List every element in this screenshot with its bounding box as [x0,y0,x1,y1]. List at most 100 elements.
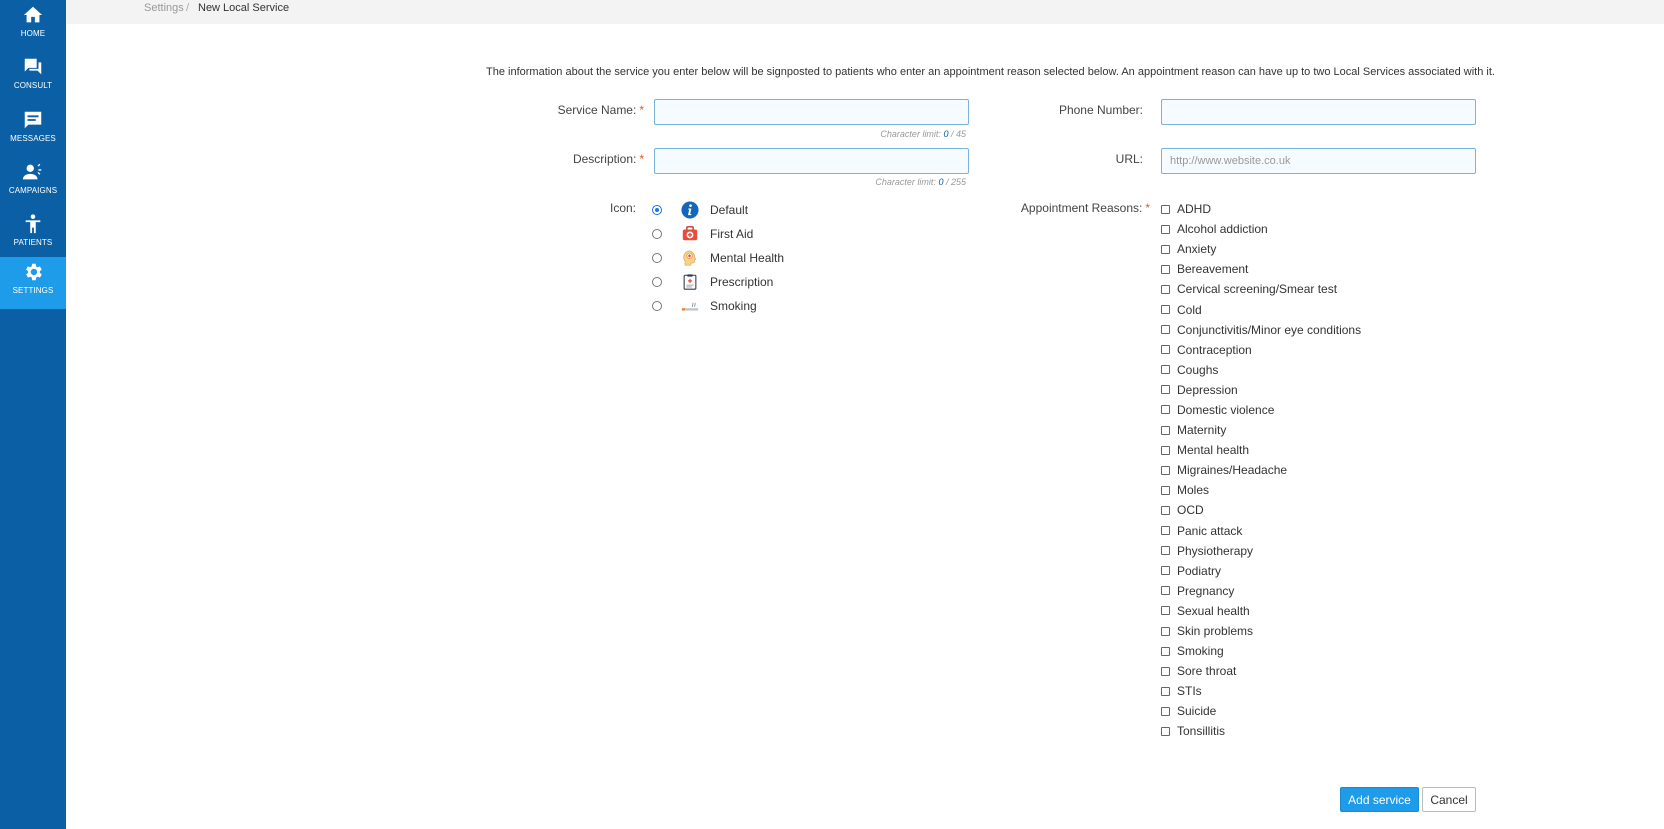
sidebar-item-campaigns[interactable]: CAMPAIGNS [0,157,66,209]
appointment-reason-item[interactable]: Physiotherapy [1161,541,1461,561]
appointment-reason-checkbox[interactable] [1161,626,1170,636]
phone-number-input[interactable] [1161,99,1476,125]
sidebar-item-messages[interactable]: MESSAGES [0,105,66,157]
appointment-reason-label: Sore throat [1177,664,1237,679]
appointment-reason-checkbox[interactable] [1161,546,1170,556]
service-name-label: Service Name: * [558,103,644,117]
appointment-reason-item[interactable]: Suicide [1161,701,1461,721]
appointment-reason-checkbox[interactable] [1161,666,1170,676]
appointment-reason-item[interactable]: Domestic violence [1161,400,1461,420]
appointment-reason-checkbox[interactable] [1161,425,1170,435]
appointment-reason-item[interactable]: Cervical screening/Smear test [1161,279,1461,299]
appointment-reason-checkbox[interactable] [1161,505,1170,515]
appointment-reason-item[interactable]: Panic attack [1161,521,1461,541]
appointment-reason-checkbox[interactable] [1161,686,1170,696]
breadcrumb-settings-link[interactable]: Settings [144,2,184,14]
appointment-reason-item[interactable]: Moles [1161,480,1461,500]
appointment-reason-label: Tonsillitis [1177,724,1226,739]
appointment-reason-checkbox[interactable] [1161,345,1170,355]
campaign-icon [22,163,42,180]
appointment-reason-item[interactable]: Smoking [1161,641,1461,661]
appointment-reason-checkbox[interactable] [1161,465,1170,475]
appointment-reason-label: Maternity [1177,423,1227,438]
appointment-reason-checkbox[interactable] [1161,204,1170,214]
appointment-reason-checkbox[interactable] [1161,325,1170,335]
phone-number-label: Phone Number: [1058,103,1143,117]
appointment-reason-item[interactable]: ADHD [1161,199,1461,219]
description-char-limit: Character limit: 0 / 255 [875,177,966,187]
appointment-reason-checkbox[interactable] [1161,224,1170,234]
appointment-reason-item[interactable]: Coughs [1161,360,1461,380]
appointment-reason-item[interactable]: Cold [1161,299,1461,319]
icon-option-default[interactable]: Default [652,199,748,221]
add-service-button[interactable]: Add service [1340,787,1419,812]
icon-option-smoking[interactable]: Smoking [652,295,757,317]
required-marker: * [639,152,644,166]
icon-radio-first-aid[interactable] [652,229,662,239]
cancel-button[interactable]: Cancel [1422,787,1476,812]
sidebar-item-patients[interactable]: PATIENTS [0,209,66,261]
icon-radio-prescription[interactable] [652,277,662,287]
appointment-reason-checkbox[interactable] [1161,405,1170,415]
appointment-reasons-label: Appointment Reasons: * [1021,201,1150,215]
appointment-reason-item[interactable]: Bereavement [1161,259,1461,279]
appointment-reason-label: Contraception [1177,342,1252,357]
icon-radio-default[interactable] [652,205,662,215]
appointment-reason-checkbox[interactable] [1161,365,1170,375]
mental-health-icon [680,248,700,268]
appointment-reason-checkbox[interactable] [1161,646,1170,656]
appointment-reason-checkbox[interactable] [1161,284,1170,294]
url-input[interactable] [1161,148,1476,174]
appointment-reason-checkbox[interactable] [1161,264,1170,274]
sidebar-item-home[interactable]: HOME [0,0,66,52]
appointment-reason-item[interactable]: Conjunctivitis/Minor eye conditions [1161,320,1461,340]
icon-option-mental-health[interactable]: Mental Health [652,247,784,269]
sidebar-item-label: CONSULT [13,81,53,90]
appointment-reason-label: Pregnancy [1177,583,1235,598]
appointment-reason-item[interactable]: Alcohol addiction [1161,219,1461,239]
appointment-reason-item[interactable]: Sexual health [1161,601,1461,621]
appointment-reason-checkbox[interactable] [1161,566,1170,576]
appointment-reason-item[interactable]: Maternity [1161,420,1461,440]
appointment-reason-item[interactable]: Migraines/Headache [1161,460,1461,480]
appointment-reason-item[interactable]: Tonsillitis [1161,721,1461,741]
icon-radio-smoking[interactable] [652,301,662,311]
appointment-reason-checkbox[interactable] [1161,526,1170,536]
icon-radio-mental-health[interactable] [652,253,662,263]
appointment-reason-checkbox[interactable] [1161,445,1170,455]
appointment-reason-checkbox[interactable] [1161,305,1170,315]
appointment-reason-checkbox[interactable] [1161,706,1170,716]
appointment-reason-item[interactable]: Sore throat [1161,661,1461,681]
appointment-reason-item[interactable]: STIs [1161,681,1461,701]
appointment-reason-item[interactable]: OCD [1161,500,1461,520]
appointment-reason-label: Mental health [1177,443,1250,458]
sidebar-nav: HOME CONSULT MESSAGES CAMPAIGNS PATIENTS… [0,0,66,829]
icon-option-first-aid[interactable]: First Aid [652,223,753,245]
appointment-reason-item[interactable]: Skin problems [1161,621,1461,641]
sidebar-item-consult[interactable]: CONSULT [0,52,66,104]
service-name-input[interactable] [654,99,969,125]
appointment-reason-checkbox[interactable] [1161,726,1170,736]
appointment-reason-label: Cervical screening/Smear test [1177,282,1338,297]
chat-icon [24,58,42,75]
appointment-reason-item[interactable]: Anxiety [1161,239,1461,259]
sidebar-item-label: CAMPAIGNS [8,186,58,195]
appointment-reason-checkbox[interactable] [1161,485,1170,495]
appointment-reason-item[interactable]: Podiatry [1161,561,1461,581]
appointment-reason-checkbox[interactable] [1161,606,1170,616]
appointment-reason-label: OCD [1177,503,1204,518]
icon-option-label: Mental Health [710,251,785,265]
appointment-reason-checkbox[interactable] [1161,385,1170,395]
sidebar-item-settings[interactable]: SETTINGS [0,257,66,309]
icon-option-label: Default [710,203,749,217]
description-input[interactable] [654,148,969,174]
icon-option-prescription[interactable]: Prescription [652,271,773,293]
appointment-reason-item[interactable]: Mental health [1161,440,1461,460]
appointment-reason-item[interactable]: Depression [1161,380,1461,400]
appointment-reason-item[interactable]: Pregnancy [1161,581,1461,601]
appointment-reason-item[interactable]: Contraception [1161,340,1461,360]
appointment-reason-label: STIs [1177,684,1202,699]
appointment-reason-label: Depression [1177,382,1238,397]
appointment-reason-checkbox[interactable] [1161,244,1170,254]
appointment-reason-checkbox[interactable] [1161,586,1170,596]
